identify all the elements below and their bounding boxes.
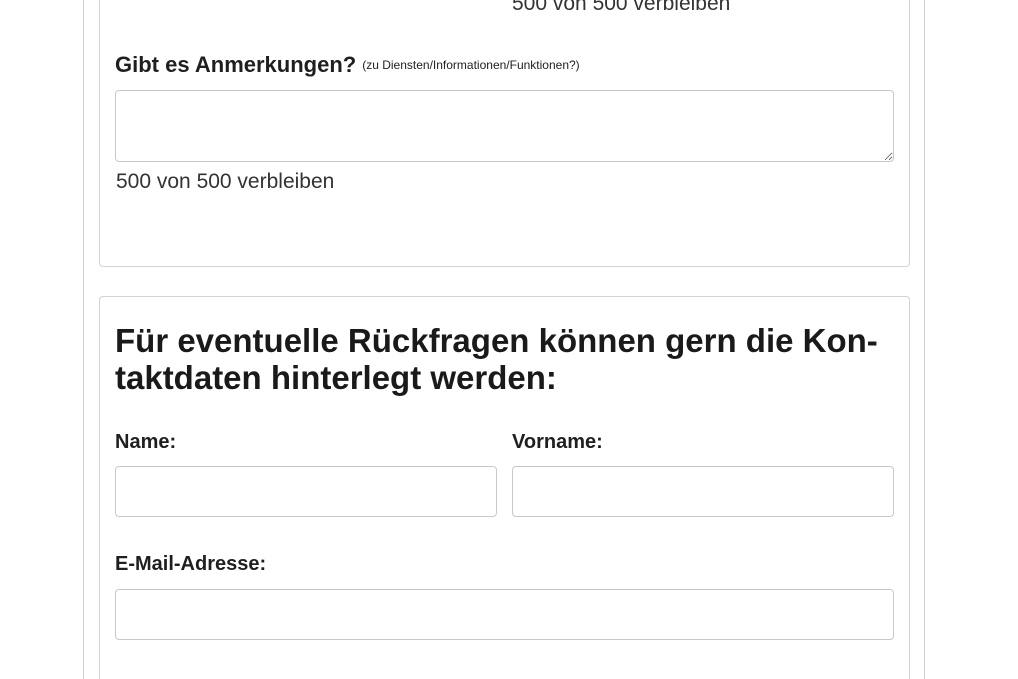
remarks-textarea[interactable] <box>115 90 894 162</box>
email-label: E-Mail-Adresse: <box>115 553 267 575</box>
name-field[interactable] <box>115 466 497 517</box>
name-label: Name: <box>115 431 177 453</box>
contact-heading: Für eventuelle Rückfragen können gern di… <box>115 322 878 396</box>
remarks-question-hint: (zu Diensten/Informationen/Funktionen?) <box>362 58 580 72</box>
vorname-label: Vorname: <box>512 431 603 453</box>
previous-character-counter: 500 von 500 verbleiben <box>512 0 731 15</box>
vorname-field[interactable] <box>512 466 894 517</box>
survey-page: 500 von 500 verbleiben Gibt es Anmerkung… <box>0 0 1018 679</box>
remarks-question-text: Gibt es Anmerkungen? <box>115 52 357 77</box>
email-field[interactable] <box>115 589 894 640</box>
remarks-question-label: Gibt es Anmerkungen? (zu Diensten/Informa… <box>115 52 580 78</box>
remarks-character-counter: 500 von 500 verbleiben <box>116 170 335 193</box>
